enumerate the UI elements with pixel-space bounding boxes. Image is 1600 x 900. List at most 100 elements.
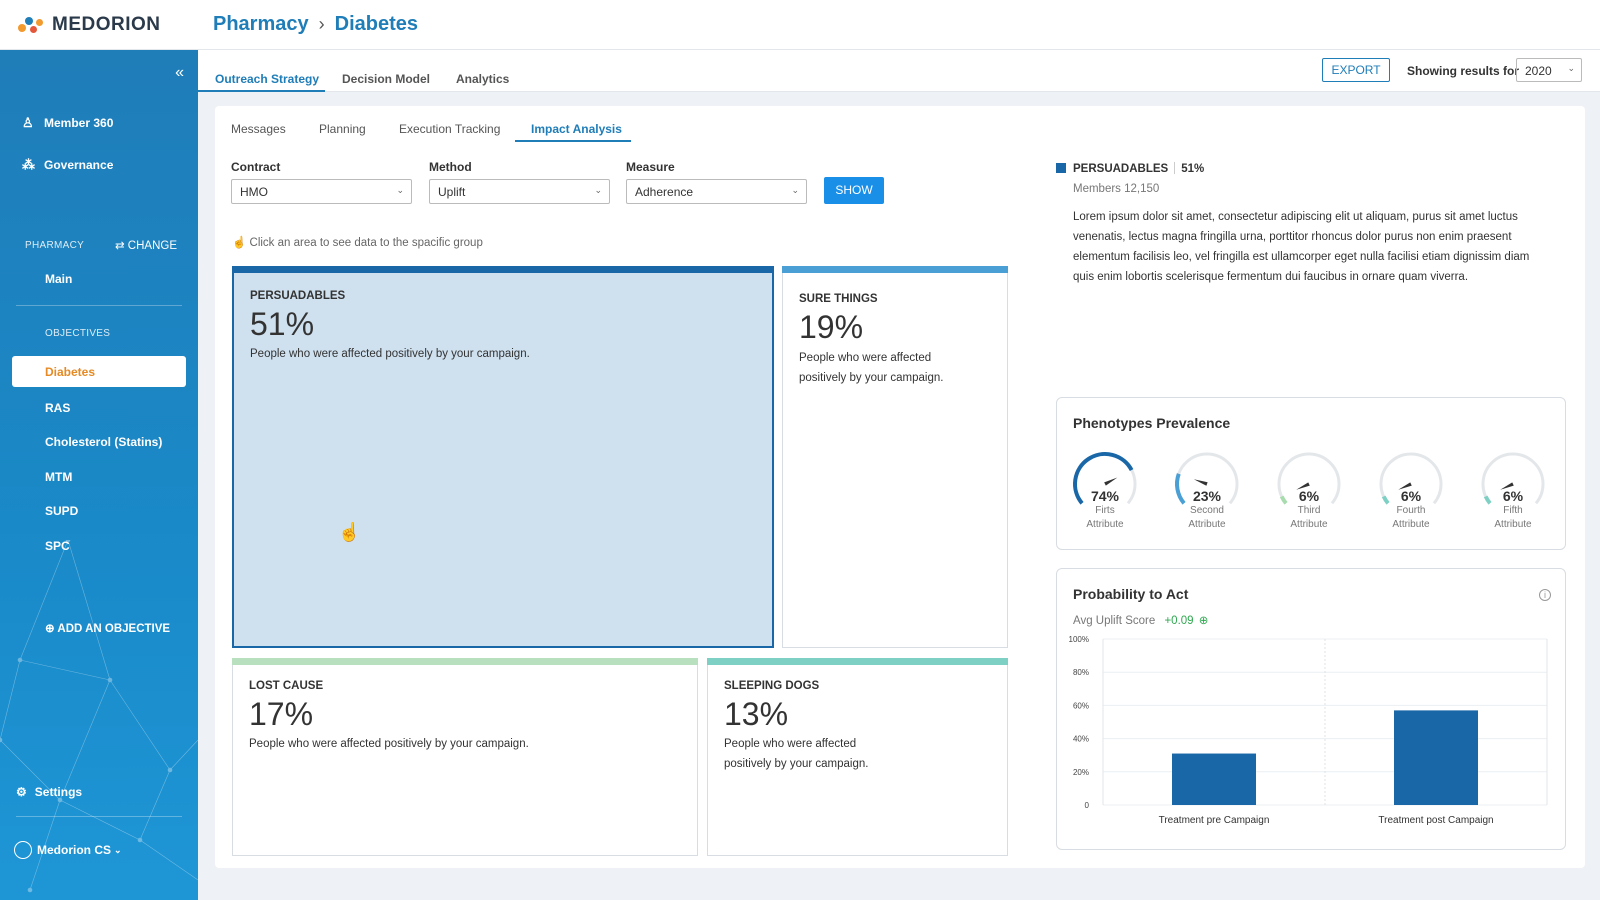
show-button[interactable]: SHOW xyxy=(824,177,884,204)
objective-cholesterol[interactable]: Cholesterol (Statins) xyxy=(12,425,186,460)
chart-bar[interactable] xyxy=(1172,753,1256,805)
breadcrumb-separator: › xyxy=(318,14,325,34)
segment-detail: PERSUADABLES 51% Members 12,150 Lorem ips… xyxy=(1056,162,1566,287)
showing-results-label: Showing results for xyxy=(1407,64,1520,78)
breadcrumb-section[interactable]: Pharmacy xyxy=(213,13,309,36)
brand-logo[interactable]: MEDORION xyxy=(0,14,198,36)
measure-select[interactable]: Adherence ⌄ xyxy=(626,179,807,204)
quadrant-description: People who were affected positively by y… xyxy=(250,348,530,360)
gauge-value: 6% xyxy=(1502,488,1524,504)
y-tick-label: 20% xyxy=(1073,768,1089,777)
gauge-label-line: Fourth xyxy=(1396,505,1426,516)
quadrant-percentage: 19% xyxy=(799,309,864,345)
network-icon: ⁂ xyxy=(22,157,35,172)
gauge-label: Firts Attribute xyxy=(1069,504,1141,532)
quadrant-name: LOST CAUSE xyxy=(249,680,324,692)
tab-analytics[interactable]: Analytics xyxy=(456,72,509,94)
chart-bar[interactable] xyxy=(1394,710,1478,805)
avatar-icon xyxy=(14,841,32,859)
segment-description: Lorem ipsum dolor sit amet, consectetur … xyxy=(1073,211,1530,283)
measure-label: Measure xyxy=(626,160,675,174)
hand-cursor-icon: ☝ xyxy=(338,522,361,542)
y-tick-label: 0 xyxy=(1085,801,1090,810)
quadrant-name: PERSUADABLES xyxy=(250,290,346,302)
sidebar-divider xyxy=(16,816,182,817)
measure-filter: Measure Adherence ⌄ xyxy=(626,160,807,204)
x-category-label: Treatment post Campaign xyxy=(1378,815,1493,826)
quadrant-color-bar xyxy=(782,266,1008,273)
objective-mtm[interactable]: MTM xyxy=(12,460,186,495)
quadrant-color-bar xyxy=(707,658,1008,665)
gauge-needle xyxy=(1193,479,1208,486)
gauge-value: 74% xyxy=(1090,488,1120,504)
sidebar-divider xyxy=(16,305,182,306)
objectives-label: OBJECTIVES xyxy=(45,328,111,339)
plus-circle-icon: ⊕ xyxy=(45,623,58,635)
brand-name: MEDORION xyxy=(52,13,161,35)
collapse-sidebar-icon[interactable]: « xyxy=(175,64,184,82)
gauge-value: 6% xyxy=(1298,488,1320,504)
quadrant-description-line: People who were affected xyxy=(724,738,857,750)
sidebar-item-member-360[interactable]: ♙ Member 360 xyxy=(22,102,113,144)
gauge-3: 6% Third Attribute xyxy=(1273,448,1345,532)
contract-label: Contract xyxy=(231,160,281,174)
sidebar: « ♙ Member 360 ⁂ Governance PHARMACY ⇄ C… xyxy=(0,50,198,900)
objective-ras[interactable]: RAS xyxy=(12,391,186,426)
user-menu[interactable]: Medorion CS ⌄ xyxy=(14,841,122,859)
year-value: 2020 xyxy=(1525,64,1552,78)
legend-square-icon xyxy=(1056,163,1066,173)
chevron-down-icon: ⌄ xyxy=(791,185,799,195)
objective-supd[interactable]: SUPD xyxy=(12,494,186,529)
avg-uplift: Avg Uplift Score +0.09 ⊕ xyxy=(1073,613,1208,627)
quadrant-lost-cause[interactable]: LOST CAUSE 17% People who were affected … xyxy=(232,658,698,856)
measure-value: Adherence xyxy=(635,185,694,199)
gauge-label-line: Second xyxy=(1190,505,1224,516)
settings-label: Settings xyxy=(34,785,83,799)
chevron-down-icon: ⌄ xyxy=(114,844,122,855)
probability-title: Probability to Act xyxy=(1073,586,1189,602)
add-objective-button[interactable]: ⊕ ADD AN OBJECTIVE xyxy=(45,621,170,635)
export-button[interactable]: EXPORT xyxy=(1322,58,1390,82)
swap-icon: ⇄ xyxy=(114,240,128,252)
gauge-1: 74% Firts Attribute xyxy=(1069,448,1141,532)
y-tick-label: 100% xyxy=(1069,635,1089,644)
change-pharmacy-button[interactable]: ⇄ CHANGE xyxy=(115,238,177,252)
hint-label: Click an area to see data to the spacifi… xyxy=(249,237,483,249)
phenotypes-title: Phenotypes Prevalence xyxy=(1073,415,1231,431)
primary-tabs: Outreach Strategy Decision Model Analyti… xyxy=(198,50,1600,92)
gauge-label: Second Attribute xyxy=(1171,504,1243,532)
quadrant-percentage: 17% xyxy=(249,696,314,732)
gauge-value: 6% xyxy=(1400,488,1422,504)
tab-messages[interactable]: Messages xyxy=(231,122,286,136)
pharmacy-label: PHARMACY xyxy=(25,239,85,251)
method-select[interactable]: Uplift ⌄ xyxy=(429,179,610,204)
objective-spc[interactable]: SPC xyxy=(12,529,186,564)
hint-text: ☝ Click an area to see data to the spaci… xyxy=(232,235,483,249)
objective-diabetes[interactable]: Diabetes xyxy=(12,356,186,387)
gauge-2: 23% Second Attribute xyxy=(1171,448,1243,532)
quadrant-sure-things[interactable]: SURE THINGS 19% People who were affected… xyxy=(782,266,1008,648)
members-count: Members 12,150 xyxy=(1073,183,1160,195)
info-icon[interactable]: i xyxy=(1539,589,1551,601)
method-value: Uplift xyxy=(438,185,466,199)
segment-header: PERSUADABLES 51% xyxy=(1056,162,1566,175)
settings-button[interactable]: ⚙ Settings xyxy=(16,785,82,799)
user-name: Medorion CS xyxy=(37,843,111,857)
tab-planning[interactable]: Planning xyxy=(319,122,366,136)
tab-execution-tracking[interactable]: Execution Tracking xyxy=(399,122,500,136)
y-tick-label: 80% xyxy=(1073,668,1089,677)
year-select[interactable]: 2020 ⌄ xyxy=(1516,58,1582,82)
quadrant-color-bar xyxy=(233,266,773,273)
gauge-5: 6% Fifth Attribute xyxy=(1477,448,1549,532)
quadrant-persuadables[interactable]: PERSUADABLES 51% People who were affecte… xyxy=(232,266,774,648)
contract-select[interactable]: HMO ⌄ xyxy=(231,179,412,204)
gauge-label-line: Attribute xyxy=(1290,519,1328,530)
tab-decision-model[interactable]: Decision Model xyxy=(342,72,430,94)
sidebar-item-main[interactable]: Main xyxy=(45,272,72,286)
chevron-down-icon: ⌄ xyxy=(1567,63,1575,73)
quadrant-sleeping-dogs[interactable]: SLEEPING DOGS 13% People who were affect… xyxy=(707,658,1008,856)
avg-uplift-label: Avg Uplift Score xyxy=(1073,615,1156,627)
tab-impact-analysis[interactable]: Impact Analysis xyxy=(531,122,622,136)
quadrant-name: SLEEPING DOGS xyxy=(724,680,820,692)
sidebar-item-governance[interactable]: ⁂ Governance xyxy=(22,144,113,186)
